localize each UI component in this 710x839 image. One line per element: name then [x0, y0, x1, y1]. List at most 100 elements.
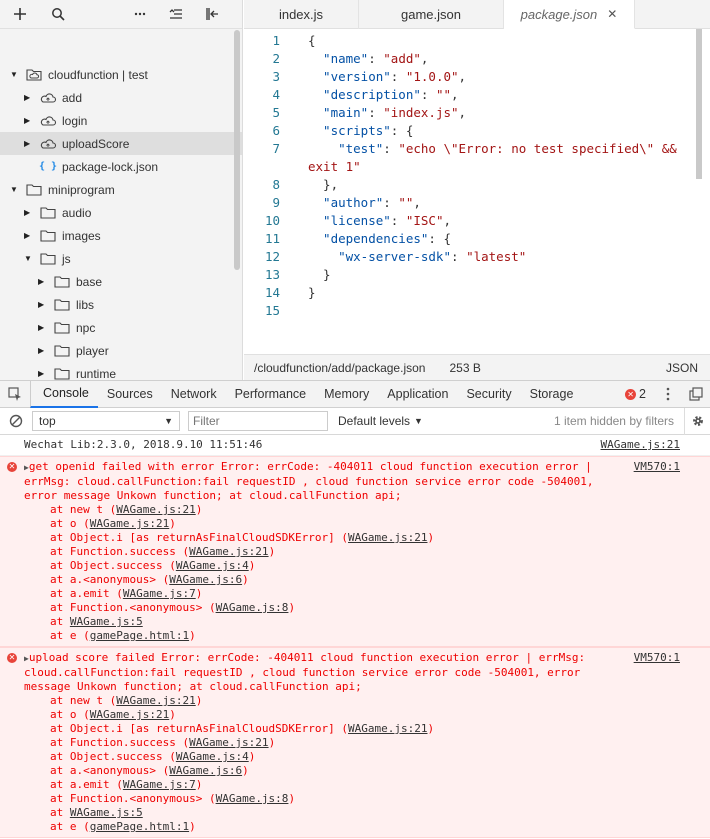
stack-link[interactable]: WAGame.js:21	[348, 722, 427, 735]
source-link[interactable]: VM570:1	[634, 460, 680, 474]
editor-scrollbar[interactable]	[696, 29, 702, 179]
stack-link[interactable]: WAGame.js:6	[169, 764, 242, 777]
kebab-menu-icon[interactable]	[654, 387, 682, 401]
tab-package-json[interactable]: package.json ✕	[504, 0, 635, 29]
tree-item[interactable]: ▼ js	[0, 247, 242, 270]
source-link[interactable]: WAGame.js:21	[601, 438, 680, 452]
stack-text: at o (	[50, 708, 90, 721]
console-error[interactable]: ✕ VM570:1 ▶get openid failed with error Er…	[0, 456, 710, 647]
caret-right-icon[interactable]: ▶	[38, 277, 48, 286]
stack-frame: at Object.success (WAGame.js:4)	[24, 559, 680, 573]
stack-link[interactable]: WAGame.js:6	[169, 573, 242, 586]
levels-dropdown[interactable]: Default levels ▼	[338, 414, 423, 428]
error-counter[interactable]: ✕ 2	[625, 387, 646, 401]
stack-link[interactable]: WAGame.js:21	[348, 531, 427, 544]
inspect-icon[interactable]	[0, 387, 30, 401]
caret-right-icon[interactable]: ▶	[24, 231, 34, 240]
stack-text: at a.<anonymous> (	[50, 764, 170, 777]
json-string: "latest"	[466, 249, 527, 264]
collapse-all-icon[interactable]	[158, 0, 194, 29]
caret-down-icon[interactable]: ▼	[24, 254, 34, 263]
code-area[interactable]: 1{2 "name": "add", 3 "version": "1.0.0", 4…	[244, 29, 710, 354]
stack-text: at Object.i [as returnAsFinalCloudSDKErr…	[50, 531, 349, 544]
stack-text: at Object.success (	[50, 559, 176, 572]
caret-right-icon[interactable]: ▶	[24, 116, 34, 125]
tab-memory[interactable]: Memory	[315, 381, 378, 408]
caret-right-icon[interactable]: ▶	[24, 139, 34, 148]
console-error[interactable]: ✕ VM570:1 ▶upload score failed Error: errC…	[0, 647, 710, 838]
stack-link[interactable]: WAGame.js:21	[90, 708, 169, 721]
stack-frame: at new t (WAGame.js:21)	[24, 694, 680, 708]
tree-item[interactable]: ▶ images	[0, 224, 242, 247]
stack-link[interactable]: WAGame.js:4	[176, 750, 249, 763]
caret-right-icon[interactable]: ▶	[24, 208, 34, 217]
punctuation: :	[368, 105, 384, 120]
tree-item[interactable]: ▶ base	[0, 270, 242, 293]
add-icon[interactable]	[0, 0, 40, 29]
stack-link[interactable]: WAGame.js:8	[216, 601, 289, 614]
caret-right-icon[interactable]: ▶	[38, 300, 48, 309]
stack-link[interactable]: WAGame.js:21	[189, 736, 268, 749]
tree-item-label: js	[62, 251, 71, 266]
tab-index-js[interactable]: index.js	[244, 0, 359, 29]
caret-down-icon[interactable]: ▼	[10, 185, 20, 194]
filter-input[interactable]	[188, 411, 328, 431]
close-icon[interactable]: ✕	[607, 7, 617, 21]
tab-console[interactable]: Console	[30, 380, 98, 408]
settings-gear-icon[interactable]	[684, 407, 710, 435]
toggle-panel-icon[interactable]	[194, 0, 230, 29]
search-icon[interactable]	[40, 0, 76, 29]
stack-link[interactable]: WAGame.js:4	[176, 559, 249, 572]
stack-link[interactable]: WAGame.js:5	[70, 806, 143, 819]
stack-text: at o (	[50, 517, 90, 530]
tree-item[interactable]: ▶ audio	[0, 201, 242, 224]
source-link[interactable]: VM570:1	[634, 651, 680, 665]
line-content: "name": "add",	[308, 50, 428, 68]
stack-link[interactable]: WAGame.js:21	[116, 503, 195, 516]
stack-link[interactable]: WAGame.js:5	[70, 615, 143, 628]
stack-text: at Function.success (	[50, 736, 190, 749]
stack-frame: at Object.i [as returnAsFinalCloudSDKErr…	[24, 722, 680, 736]
stack-link[interactable]: WAGame.js:21	[189, 545, 268, 558]
tree-item[interactable]: ▶ add	[0, 86, 242, 109]
tree-item[interactable]: ▶ player	[0, 339, 242, 362]
sidebar-scrollbar[interactable]	[234, 30, 240, 270]
language-mode[interactable]: JSON	[666, 361, 698, 375]
stack-link[interactable]: gamePage.html:1	[90, 820, 189, 833]
tab-sources[interactable]: Sources	[98, 381, 162, 408]
tree-item[interactable]: ▼ miniprogram	[0, 178, 242, 201]
stack-link[interactable]: WAGame.js:7	[123, 587, 196, 600]
tree-item[interactable]: ▶ login	[0, 109, 242, 132]
stack-link[interactable]: WAGame.js:7	[123, 778, 196, 791]
tab-storage[interactable]: Storage	[521, 381, 583, 408]
tab-performance[interactable]: Performance	[226, 381, 316, 408]
folder-icon	[53, 344, 71, 358]
tab-network[interactable]: Network	[162, 381, 226, 408]
tab-security[interactable]: Security	[457, 381, 520, 408]
stack-text: at e (	[50, 820, 90, 833]
tree-item[interactable]: ▶ runtime	[0, 362, 242, 381]
stack-link[interactable]: WAGame.js:8	[216, 792, 289, 805]
caret-right-icon[interactable]: ▶	[38, 323, 48, 332]
stack-frame: at a.<anonymous> (WAGame.js:6)	[24, 573, 680, 587]
tree-item[interactable]: { } package-lock.json	[0, 155, 242, 178]
caret-right-icon[interactable]: ▶	[24, 93, 34, 102]
clear-console-icon[interactable]	[0, 414, 32, 428]
caret-right-icon[interactable]: ▶	[38, 369, 48, 378]
tab-application[interactable]: Application	[378, 381, 457, 408]
stack-link[interactable]: WAGame.js:21	[90, 517, 169, 530]
console-log[interactable]: WAGame.js:21 Wechat Lib:2.3.0, 2018.9.10 …	[0, 435, 710, 456]
more-icon[interactable]	[122, 0, 158, 29]
tab-game-json[interactable]: game.json	[359, 0, 504, 29]
undock-icon[interactable]	[682, 387, 710, 401]
stack-link[interactable]: WAGame.js:21	[116, 694, 195, 707]
tree-item[interactable]: ▶ libs	[0, 293, 242, 316]
tree-item[interactable]: ▶ uploadScore	[0, 132, 242, 155]
stack-link[interactable]: gamePage.html:1	[90, 629, 189, 642]
tree-item[interactable]: ▶ npc	[0, 316, 242, 339]
tree-item[interactable]: ▼ cloudfunction | test	[0, 63, 242, 86]
context-select[interactable]: top ▼	[32, 411, 180, 431]
line-content: "license": "ISC",	[308, 212, 451, 230]
caret-down-icon[interactable]: ▼	[10, 70, 20, 79]
caret-right-icon[interactable]: ▶	[38, 346, 48, 355]
